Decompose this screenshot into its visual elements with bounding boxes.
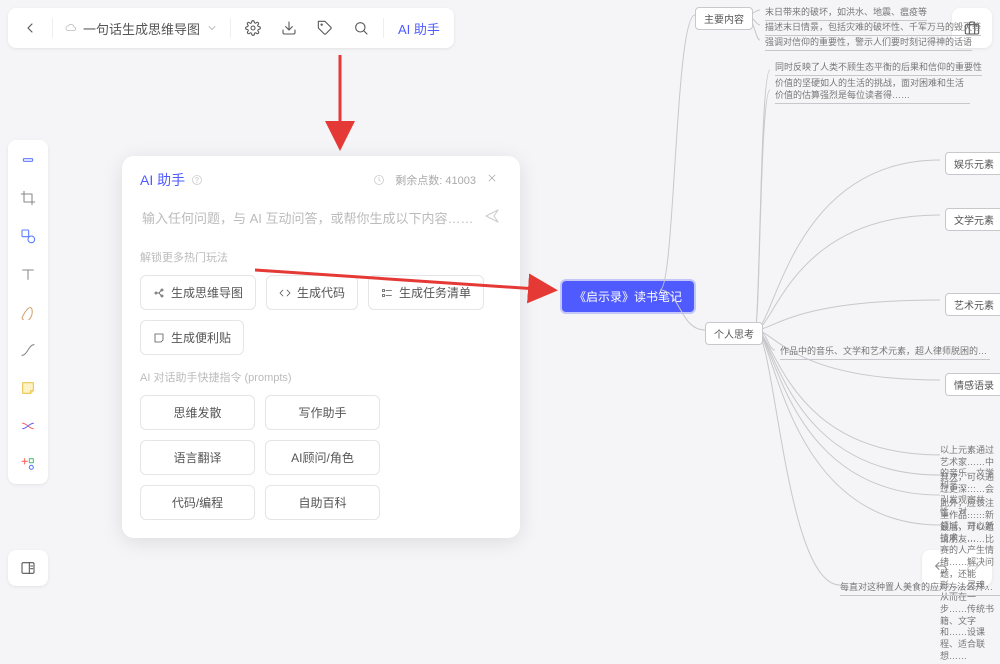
tool-more[interactable]: [14, 450, 42, 478]
mindmap-node-personal-thoughts[interactable]: 个人思考: [705, 322, 763, 345]
tag-icon: [317, 20, 333, 36]
mindmap-leaf[interactable]: 价值的坚硬如人的生活的挑战，面对困难和生活价值的估算强烈是每位读者得……: [775, 78, 970, 104]
text-icon: [20, 266, 36, 282]
mindmap-node-emotion[interactable]: 情感语录: [945, 373, 1000, 396]
pen-icon: [20, 304, 36, 320]
tool-shape[interactable]: [14, 222, 42, 250]
send-icon: [484, 208, 500, 224]
tool-connector[interactable]: [14, 336, 42, 364]
chip-label: 写作助手: [298, 404, 346, 421]
chip-label: 生成任务清单: [399, 284, 471, 301]
export-button[interactable]: [275, 14, 303, 42]
divider: [230, 18, 231, 38]
checklist-icon: [381, 287, 393, 299]
mindmap-root-node[interactable]: 《启示录》读书笔记: [562, 281, 694, 312]
ai-panel-title-text: AI 助手: [140, 170, 185, 190]
cloud-icon: [65, 22, 77, 34]
tool-sticky[interactable]: [14, 374, 42, 402]
left-toolbar: [8, 140, 48, 484]
ai-panel-title: AI 助手: [140, 170, 203, 190]
top-toolbar: 一句话生成思维导图 AI 助手: [8, 8, 454, 48]
section-header-popular: 解锁更多热门玩法: [140, 249, 502, 265]
tool-mindmap[interactable]: [14, 412, 42, 440]
section-header-prompts: AI 对话助手快捷指令 (prompts): [140, 369, 502, 385]
mindmap-node-literature[interactable]: 文学元素: [945, 208, 1000, 231]
ai-assistant-link[interactable]: AI 助手: [392, 19, 446, 38]
tool-text[interactable]: [14, 260, 42, 288]
shapes-icon: [20, 228, 36, 244]
panel-toggle-button[interactable]: [8, 550, 48, 586]
chip-generate-mindmap[interactable]: 生成思维导图: [140, 275, 256, 310]
chip-label: 代码/编程: [172, 494, 223, 511]
back-button[interactable]: [16, 14, 44, 42]
mindmap-node-main-content[interactable]: 主要内容: [695, 7, 753, 30]
mindmap-icon: [153, 287, 165, 299]
gear-icon: [245, 20, 261, 36]
search-icon: [353, 20, 369, 36]
tool-frame[interactable]: [14, 184, 42, 212]
ai-prompt-input[interactable]: [142, 211, 474, 226]
connector-icon: [20, 342, 36, 358]
mindmap-node-entertainment[interactable]: 娱乐元素: [945, 152, 1000, 175]
mindmap-leaf[interactable]: 同时反映了人类不顾生态平衡的后果和信仰的重要性: [775, 60, 982, 76]
plus-shapes-icon: [20, 456, 36, 472]
points-remaining: 剩余点数: 41003: [395, 172, 476, 188]
panel-icon: [20, 560, 36, 576]
close-icon: [486, 172, 498, 184]
chip-label: 自助百科: [298, 494, 346, 511]
divider: [52, 18, 53, 38]
mindmap-node-art[interactable]: 艺术元素: [945, 293, 1000, 316]
code-icon: [279, 287, 291, 299]
chip-label: AI顾问/角色: [291, 449, 354, 466]
close-button[interactable]: [486, 172, 502, 188]
mindmap-leaf[interactable]: 作品中的音乐、文学和艺术元素，超人律师脱困的预感超越智……: [780, 344, 990, 360]
export-icon: [281, 20, 297, 36]
chevron-down-icon: [206, 22, 218, 34]
help-icon[interactable]: [191, 174, 203, 186]
crop-icon: [20, 190, 36, 206]
mindmap-leaf[interactable]: 末日带来的破坏，如洪水、地震、瘟疫等: [765, 5, 927, 21]
tool-select[interactable]: [14, 146, 42, 174]
mindmap-leaf[interactable]: 强调对信仰的重要性，警示人们要时刻记得神的话语: [765, 35, 972, 51]
clock-icon: [373, 174, 385, 186]
sticky-icon: [153, 332, 165, 344]
chip-generate-sticky[interactable]: 生成便利贴: [140, 320, 244, 355]
chip-coding[interactable]: 代码/编程: [140, 485, 255, 520]
document-title-dropdown[interactable]: 一句话生成思维导图: [61, 19, 222, 38]
chip-label: 语言翻译: [173, 449, 221, 466]
tag-button[interactable]: [311, 14, 339, 42]
chip-translate[interactable]: 语言翻译: [140, 440, 255, 475]
sticky-note-icon: [20, 380, 36, 396]
chip-generate-tasklist[interactable]: 生成任务清单: [368, 275, 484, 310]
send-button[interactable]: [484, 208, 500, 229]
scissors-icon: [20, 418, 36, 434]
chip-writing-helper[interactable]: 写作助手: [265, 395, 380, 430]
search-button[interactable]: [347, 14, 375, 42]
chip-generate-code[interactable]: 生成代码: [266, 275, 358, 310]
mindmap-leaf[interactable]: 描述末日情景，包括灾难的破坏性、千军万马的毁灭等: [765, 20, 981, 36]
chip-ai-role[interactable]: AI顾问/角色: [265, 440, 380, 475]
settings-button[interactable]: [239, 14, 267, 42]
chip-label: 生成便利贴: [171, 329, 231, 346]
document-title: 一句话生成思维导图: [83, 19, 200, 38]
chip-encyclopedia[interactable]: 自助百科: [265, 485, 380, 520]
divider: [383, 18, 384, 38]
tool-pen[interactable]: [14, 298, 42, 326]
chip-label: 思维发散: [173, 404, 221, 421]
ai-assistant-panel: AI 助手 剩余点数: 41003 解锁更多热门玩法 生成思维导图 生成代码 生…: [122, 156, 520, 538]
chip-label: 生成思维导图: [171, 284, 243, 301]
chip-label: 生成代码: [297, 284, 345, 301]
chip-brainstorm[interactable]: 思维发散: [140, 395, 255, 430]
